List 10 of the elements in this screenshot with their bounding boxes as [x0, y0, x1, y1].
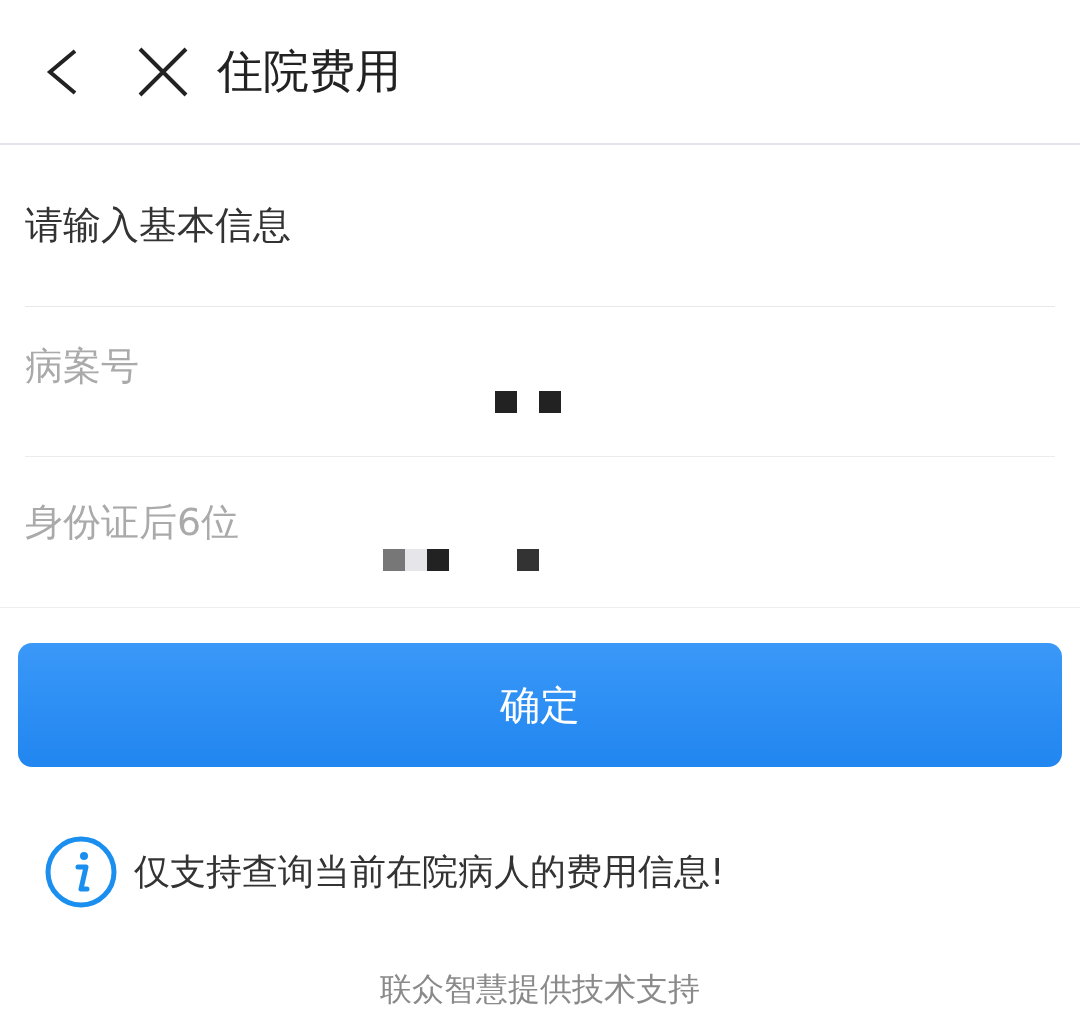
confirm-button[interactable]: 确定: [18, 643, 1062, 767]
footer-text: 联众智慧提供技术支持: [380, 970, 700, 1008]
info-icon: [44, 835, 118, 909]
close-icon[interactable]: [137, 45, 189, 98]
field-label: 病案号: [25, 343, 140, 390]
field-label: 身份证后6位: [25, 498, 241, 546]
page-title: 住院费用: [217, 43, 401, 100]
section-heading: 请输入基本信息: [25, 202, 291, 249]
back-icon[interactable]: [45, 47, 79, 96]
notice-text: 仅支持查询当前在院病人的费用信息!: [134, 850, 725, 894]
